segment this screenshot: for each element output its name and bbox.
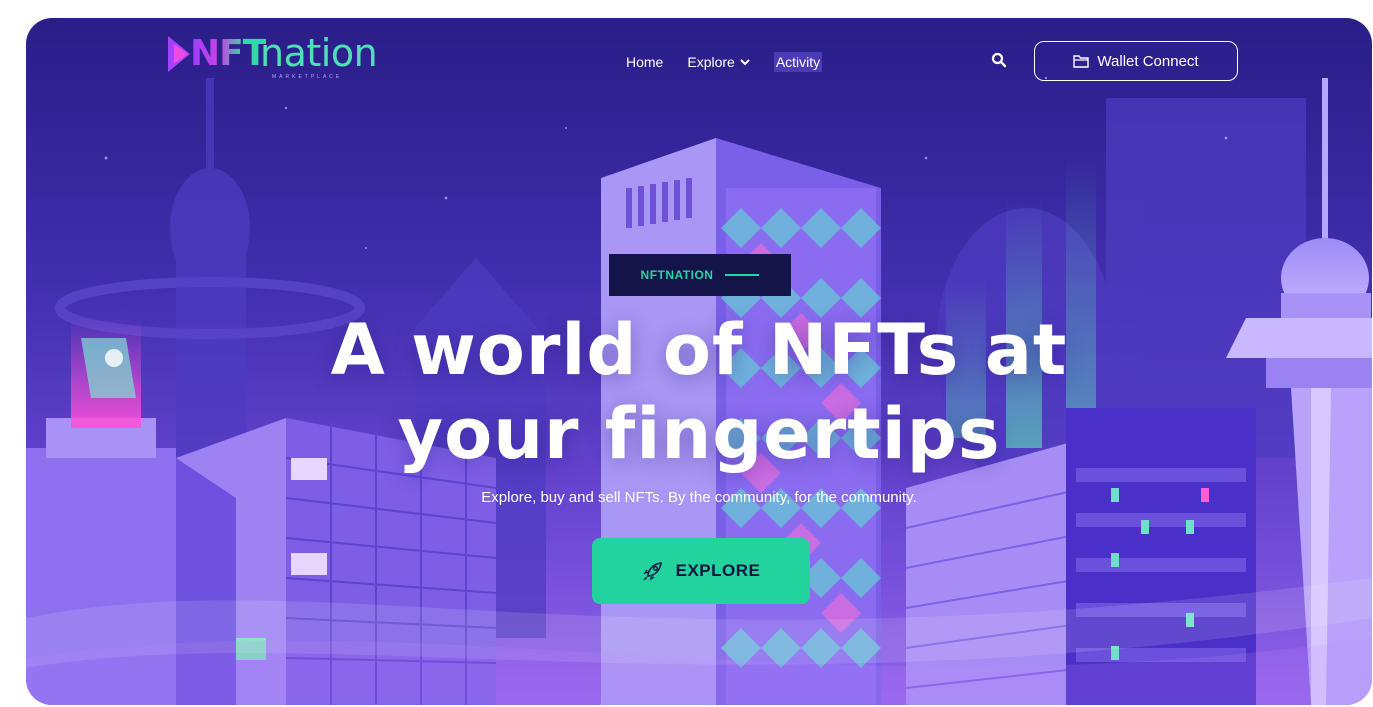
nav-link-home-label: Home	[626, 54, 664, 70]
search-icon	[991, 52, 1007, 68]
wallet-connect-button[interactable]: Wallet Connect	[1034, 41, 1238, 81]
hero-tag: NFTNATION	[609, 254, 791, 296]
folder-icon	[1073, 55, 1090, 68]
chevron-down-icon	[740, 59, 750, 66]
hero-tag-label: NFTNATION	[640, 268, 714, 282]
brand-strong: NFT	[190, 33, 267, 74]
wallet-connect-label: Wallet Connect	[1097, 52, 1199, 70]
nav-links: Home Explore Activity	[626, 52, 846, 72]
nav-link-explore-label: Explore	[687, 54, 735, 70]
hero-title-line2: your fingertips	[397, 393, 1001, 475]
hero-subtitle: Explore, buy and sell NFTs. By the commu…	[481, 489, 917, 506]
hero-tag-line	[725, 274, 760, 276]
nav-link-home[interactable]: Home	[626, 52, 663, 72]
search-button[interactable]	[991, 52, 1011, 72]
nav-link-activity[interactable]: Activity	[773, 52, 823, 72]
explore-button[interactable]: EXPLORE	[592, 538, 810, 604]
rocket-icon	[643, 562, 662, 581]
nav-link-explore[interactable]: Explore	[687, 52, 750, 72]
brand-subtitle: MARKETPLACE	[272, 74, 343, 80]
hero-title: A world of NFTs at your fingertips	[279, 308, 1119, 476]
top-navbar: NFT nation MARKETPLACE Home Explore Acti…	[26, 18, 1372, 108]
brand-light: nation	[260, 31, 378, 75]
hero-frame: NFT nation MARKETPLACE Home Explore Acti…	[26, 18, 1372, 705]
hero-title-line1: A world of NFTs at	[330, 309, 1068, 391]
explore-button-label: EXPLORE	[675, 561, 761, 580]
nav-link-activity-label: Activity	[775, 54, 821, 70]
